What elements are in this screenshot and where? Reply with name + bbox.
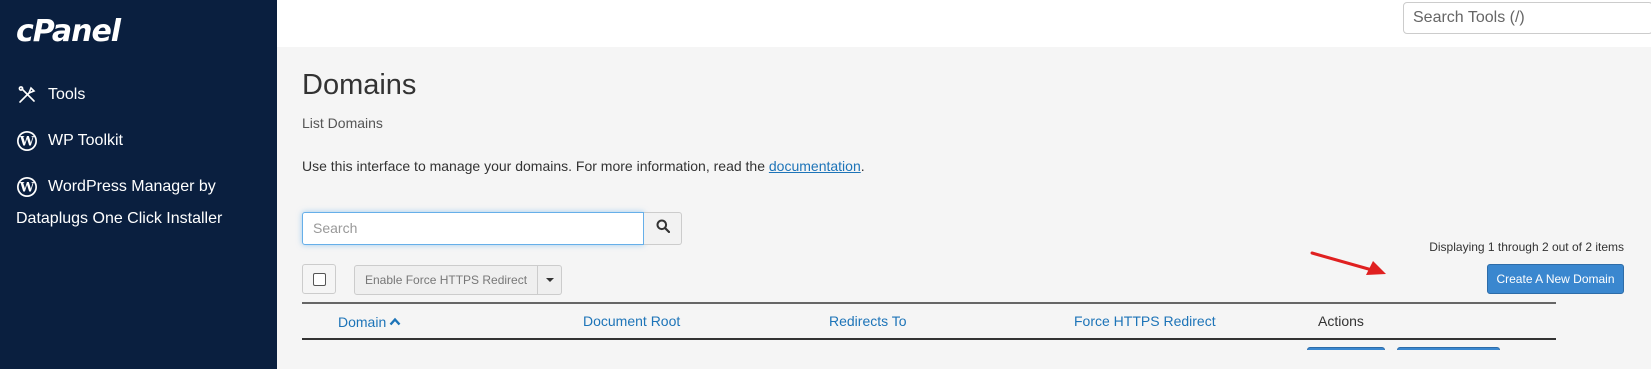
search-tools-input[interactable]: Search Tools (/): [1403, 2, 1651, 34]
select-all-checkbox[interactable]: [302, 264, 336, 294]
caret-down-icon: [545, 278, 554, 282]
force-https-button-group: Enable Force HTTPS Redirect: [354, 265, 563, 295]
annotation-arrow-icon: [1310, 251, 1386, 275]
page-title: Domains: [302, 69, 417, 101]
svg-text:W: W: [19, 181, 35, 196]
column-header-redirects-to[interactable]: Redirects To: [829, 313, 907, 329]
tools-icon: [16, 84, 38, 106]
domain-search-input[interactable]: Search: [302, 212, 645, 245]
search-button[interactable]: [644, 212, 682, 245]
sort-ascending-icon: [389, 313, 401, 329]
domains-table-header: Domain Document Root Redirects To Force …: [302, 302, 1556, 340]
main-content: Domains List Domains Use this interface …: [277, 47, 1651, 369]
row-action-button[interactable]: [1307, 347, 1385, 350]
top-header: Search Tools (/): [277, 0, 1651, 47]
wordpress-icon: W: [16, 176, 38, 198]
checkbox-icon: [312, 272, 326, 286]
column-header-domain[interactable]: Domain: [338, 313, 401, 330]
page-subtitle: List Domains: [302, 115, 383, 131]
column-header-actions: Actions: [1318, 313, 1364, 329]
domain-search: Search: [302, 212, 682, 245]
wordpress-icon: W: [16, 130, 38, 152]
https-dropdown-toggle[interactable]: [538, 265, 563, 295]
sidebar: cPanel Tools W WP Toolkit W WordPress Ma…: [0, 0, 277, 369]
column-header-document-root[interactable]: Document Root: [583, 313, 680, 329]
sidebar-item-label: Tools: [48, 86, 86, 103]
documentation-link[interactable]: documentation: [769, 158, 861, 174]
enable-force-https-button[interactable]: Enable Force HTTPS Redirect: [354, 265, 539, 295]
search-icon: [656, 219, 670, 238]
sidebar-item-tools[interactable]: Tools: [16, 84, 85, 106]
sidebar-item-wp-toolkit[interactable]: W WP Toolkit: [16, 130, 123, 152]
svg-text:W: W: [19, 135, 35, 150]
pagination-summary: Displaying 1 through 2 out of 2 items: [1429, 240, 1624, 254]
create-new-domain-button[interactable]: Create A New Domain: [1487, 264, 1624, 294]
column-header-force-https[interactable]: Force HTTPS Redirect: [1074, 313, 1216, 329]
row-action-button[interactable]: [1397, 347, 1500, 350]
cpanel-logo[interactable]: cPanel: [16, 14, 121, 49]
intro-text: Use this interface to manage your domain…: [302, 158, 865, 174]
sidebar-item-label: W WordPress Manager by Dataplugs One Cli…: [16, 176, 223, 227]
sidebar-item-label: WP Toolkit: [48, 132, 123, 149]
sidebar-item-wordpress-manager[interactable]: W WordPress Manager by Dataplugs One Cli…: [16, 176, 222, 235]
